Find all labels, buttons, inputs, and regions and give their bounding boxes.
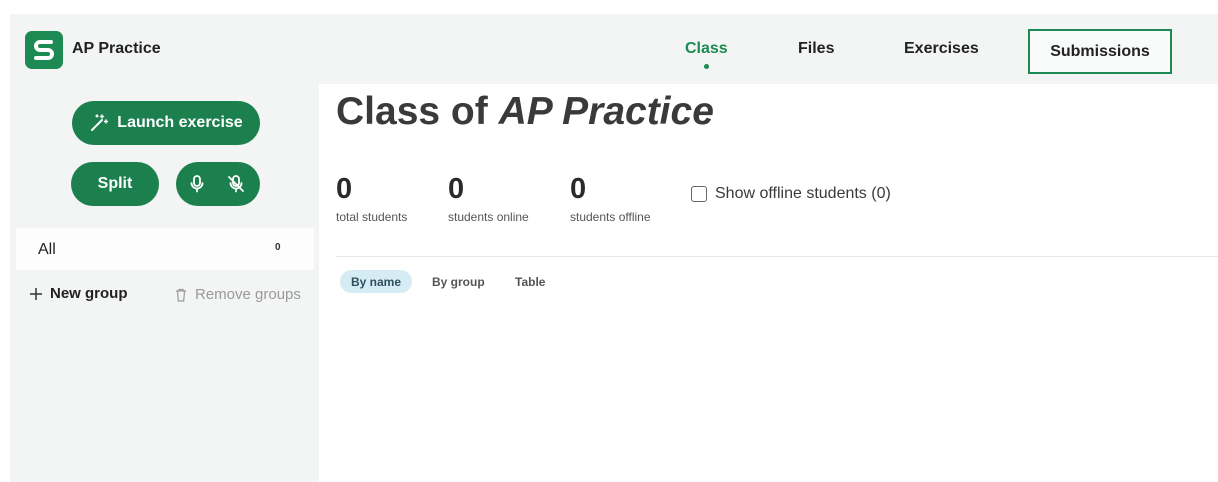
show-offline-label: Show offline students (0): [715, 185, 891, 202]
split-label: Split: [97, 175, 133, 192]
group-label: All: [38, 241, 56, 258]
submissions-button[interactable]: Submissions: [1028, 29, 1172, 74]
stat-value: 0: [570, 173, 587, 205]
page-title-class-name: AP Practice: [498, 90, 714, 133]
trash-icon: [176, 288, 186, 302]
mic-off-icon[interactable]: [226, 174, 246, 194]
view-option-label: By group: [432, 274, 485, 289]
tab-files[interactable]: Files: [798, 40, 834, 58]
app-title: AP Practice: [72, 40, 161, 57]
launch-exercise-button[interactable]: Launch exercise: [72, 101, 260, 145]
stat-students-online: 0 students online: [448, 172, 529, 224]
stat-label: students online: [448, 210, 529, 224]
group-count: 0: [275, 242, 281, 253]
stat-students-offline: 0 students offline: [570, 172, 651, 224]
new-group-button[interactable]: New group: [30, 285, 128, 302]
stat-label: students offline: [570, 210, 651, 224]
view-option-label: By name: [351, 274, 402, 289]
wand-icon: [91, 114, 109, 131]
page-title: Class of AP Practice: [336, 90, 714, 134]
tab-exercises[interactable]: Exercises: [904, 40, 979, 58]
stat-label: total students: [336, 210, 408, 224]
view-option-label: Table: [515, 274, 546, 289]
tab-files-label: Files: [798, 40, 835, 57]
tab-class-label: Class: [685, 40, 728, 57]
submissions-label: Submissions: [1050, 42, 1150, 60]
sidebar: Launch exercise Split All 0 New group Re…: [10, 84, 319, 482]
top-bar: AP Practice Class Files Exercises Submis…: [10, 14, 1218, 84]
plus-icon: [30, 287, 42, 300]
mic-icon[interactable]: [190, 174, 204, 194]
view-table[interactable]: Table: [504, 270, 556, 293]
remove-groups-label: Remove groups: [195, 286, 301, 303]
show-offline-toggle[interactable]: Show offline students (0): [691, 185, 891, 203]
stat-total-students: 0 total students: [336, 172, 407, 224]
active-tab-indicator: [704, 64, 710, 69]
view-by-name[interactable]: By name: [340, 270, 413, 293]
logo-s-icon: [34, 40, 54, 60]
remove-groups-button[interactable]: Remove groups: [175, 286, 301, 303]
stat-value: 0: [448, 173, 465, 205]
main-content: Class of AP Practice 0 total students 0 …: [319, 84, 1218, 482]
launch-exercise-label: Launch exercise: [117, 114, 243, 131]
group-item-all[interactable]: All 0: [16, 228, 314, 270]
stat-value: 0: [336, 173, 353, 205]
split-button[interactable]: Split: [71, 162, 159, 206]
show-offline-checkbox[interactable]: [691, 186, 707, 202]
new-group-label: New group: [50, 285, 128, 302]
tab-exercises-label: Exercises: [904, 40, 979, 57]
mic-controls: [176, 162, 260, 206]
tab-class[interactable]: Class: [685, 40, 728, 69]
divider: [336, 256, 1218, 257]
app-logo[interactable]: [25, 31, 63, 69]
page-title-prefix: Class of: [336, 90, 488, 133]
view-by-group[interactable]: By group: [421, 270, 496, 293]
